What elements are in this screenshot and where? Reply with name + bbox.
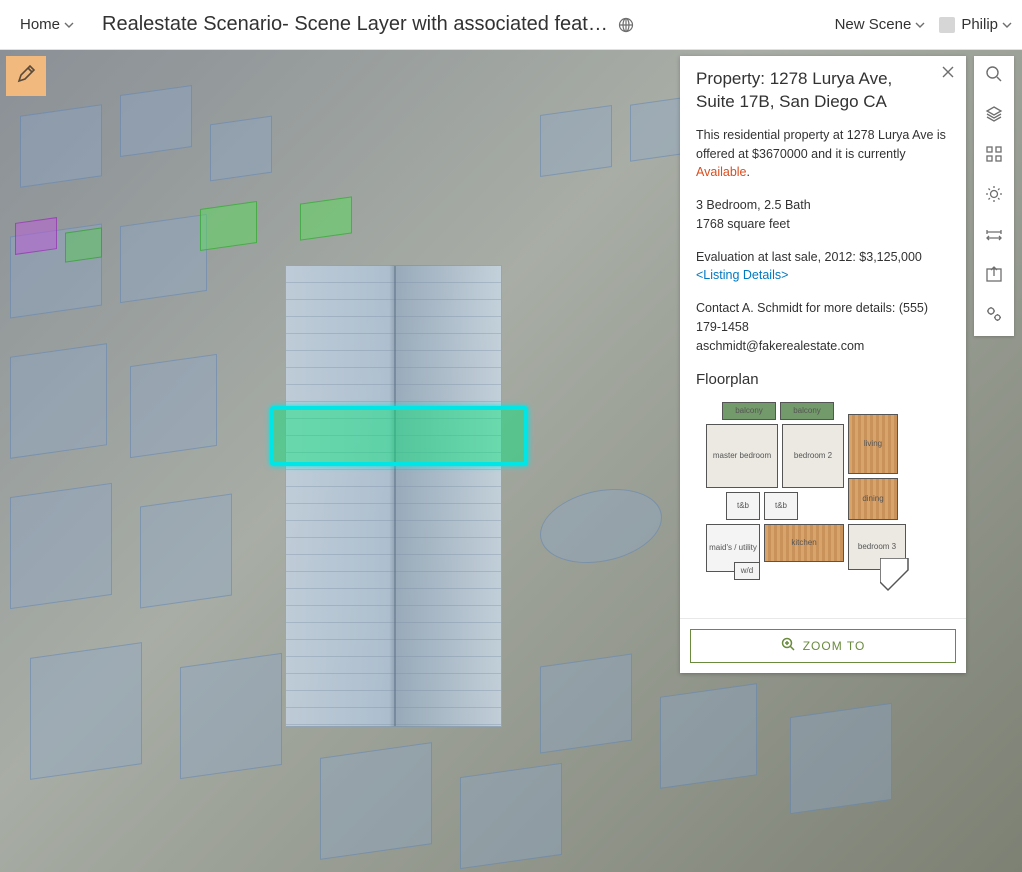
selected-building[interactable] <box>285 265 502 727</box>
property-popup: Property: 1278 Lurya Ave, Suite 17B, San… <box>680 56 966 673</box>
daylight-button[interactable] <box>974 176 1014 216</box>
fp-wd: w/d <box>734 562 760 580</box>
new-scene-dropdown[interactable]: New Scene <box>835 16 926 33</box>
popup-footer: ZOOM TO <box>680 618 966 673</box>
zoom-to-button[interactable]: ZOOM TO <box>690 629 956 663</box>
popup-description: This residential property at 1278 Lurya … <box>696 126 950 182</box>
floorplan-image: balcony balcony master bedroom bedroom 2… <box>696 402 950 608</box>
settings-button[interactable] <box>974 296 1014 336</box>
close-icon <box>942 65 954 83</box>
measure-button[interactable] <box>974 216 1014 256</box>
scene-title[interactable]: Realestate Scenario- Scene Layer with as… <box>102 13 608 36</box>
fp-master: master bedroom <box>706 424 778 488</box>
layers-icon <box>985 105 1003 128</box>
popup-title: Property: 1278 Lurya Ave, Suite 17B, San… <box>696 68 930 114</box>
edit-button[interactable] <box>6 56 46 96</box>
popup-body[interactable]: This residential property at 1278 Lurya … <box>680 126 966 618</box>
popup-header: Property: 1278 Lurya Ave, Suite 17B, San… <box>680 56 966 126</box>
home-dropdown[interactable]: Home <box>14 12 80 37</box>
measure-icon <box>985 225 1003 248</box>
search-button[interactable] <box>974 56 1014 96</box>
floorplan-label: Floorplan <box>696 369 950 392</box>
basemap-icon <box>985 145 1003 168</box>
basemap-button[interactable] <box>974 136 1014 176</box>
fp-balcony1: balcony <box>722 402 776 420</box>
scene-viewport[interactable]: Property: 1278 Lurya Ave, Suite 17B, San… <box>0 50 1022 872</box>
zoom-icon <box>781 637 795 654</box>
home-label: Home <box>20 16 60 33</box>
header: Home Realestate Scenario- Scene Layer wi… <box>0 0 1022 50</box>
zoom-to-label: ZOOM TO <box>803 639 866 653</box>
popup-close-button[interactable] <box>940 66 956 82</box>
fp-bed2: bedroom 2 <box>782 424 844 488</box>
share-button[interactable] <box>974 256 1014 296</box>
popup-contact: Contact A. Schmidt for more details: (55… <box>696 299 950 355</box>
popup-beds-sqft: 3 Bedroom, 2.5 Bath 1768 square feet <box>696 196 950 234</box>
pencil-icon <box>16 64 36 89</box>
chevron-down-icon <box>64 20 74 30</box>
chevron-down-icon <box>1002 20 1012 30</box>
layers-button[interactable] <box>974 96 1014 136</box>
globe-icon[interactable] <box>618 17 634 33</box>
chevron-down-icon <box>915 20 925 30</box>
fp-balcony2: balcony <box>780 402 834 420</box>
fp-tb2: t&b <box>764 492 798 520</box>
fp-tb1: t&b <box>726 492 760 520</box>
fp-kitchen: kitchen <box>764 524 844 562</box>
selected-floor-highlight[interactable] <box>270 406 528 466</box>
popup-evaluation: Evaluation at last sale, 2012: $3,125,00… <box>696 248 950 286</box>
gear-icon <box>985 305 1003 328</box>
right-toolbar <box>974 56 1014 336</box>
share-icon <box>985 265 1003 288</box>
search-icon <box>985 65 1003 88</box>
user-name: Philip <box>961 16 998 33</box>
fp-dining: dining <box>848 478 898 520</box>
sun-icon <box>985 185 1003 208</box>
user-menu[interactable]: Philip <box>939 16 1012 33</box>
avatar <box>939 17 955 33</box>
fp-living: living <box>848 414 898 474</box>
new-scene-label: New Scene <box>835 16 912 33</box>
listing-details-link[interactable]: <Listing Details> <box>696 268 788 282</box>
availability-status: Available <box>696 165 747 179</box>
